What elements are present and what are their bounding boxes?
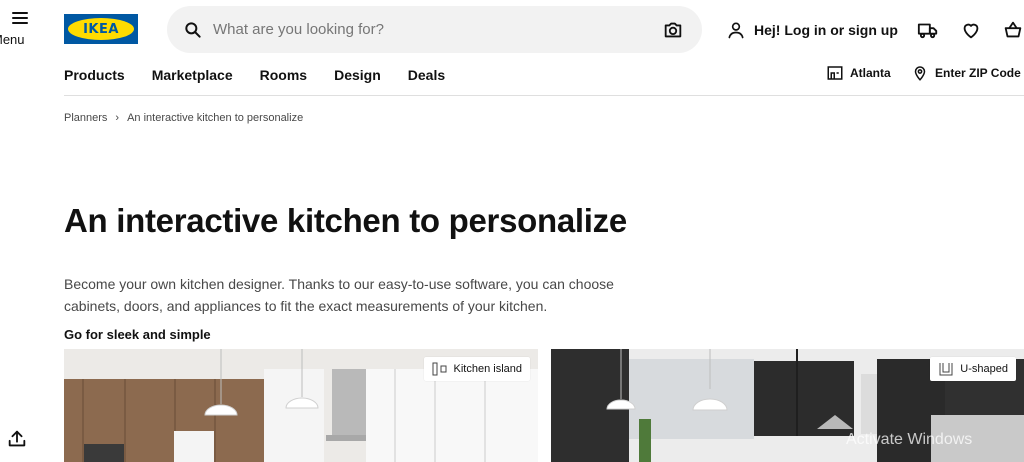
intro-text: Become your own kitchen designer. Thanks… — [64, 276, 614, 314]
nav-products[interactable]: Products — [64, 67, 125, 83]
u-shaped-tag: U-shaped — [930, 357, 1016, 381]
breadcrumb-separator: › — [115, 112, 120, 124]
store-icon — [827, 66, 843, 80]
zip-label: Enter ZIP Code — [935, 66, 1021, 80]
breadcrumb-current: An interactive kitchen to personalize — [127, 112, 304, 124]
logo-text: IKEA — [83, 21, 119, 37]
breadcrumb: Planners › An interactive kitchen to per… — [64, 112, 303, 124]
kitchen-island-label: Kitchen island — [453, 363, 523, 375]
heart-icon[interactable] — [960, 19, 982, 41]
nav-design[interactable]: Design — [334, 67, 381, 83]
header-divider — [64, 95, 1024, 96]
hamburger-icon — [12, 12, 28, 24]
store-name: Atlanta — [850, 66, 891, 80]
kitchen-island-image[interactable]: Kitchen island — [64, 349, 538, 462]
nav-marketplace[interactable]: Marketplace — [152, 67, 233, 83]
search-icon — [185, 21, 201, 38]
search-input[interactable] — [203, 6, 662, 53]
u-shape-layout-icon — [939, 363, 953, 376]
share-icon — [8, 430, 26, 447]
menu-button[interactable]: Menu — [0, 8, 40, 47]
location-pin-icon — [914, 66, 926, 81]
ikea-logo[interactable]: IKEA — [64, 14, 138, 44]
island-layout-icon — [432, 362, 446, 376]
share-button[interactable] — [6, 428, 30, 452]
login-link[interactable]: Hej! Log in or sign up — [726, 20, 898, 40]
nav-rooms[interactable]: Rooms — [260, 67, 307, 83]
windows-watermark: Activate Windows — [846, 431, 973, 448]
breadcrumb-planners[interactable]: Planners — [64, 112, 107, 124]
store-selector[interactable]: Atlanta — [826, 64, 891, 82]
u-shaped-label: U-shaped — [960, 363, 1008, 375]
truck-icon[interactable] — [917, 19, 939, 41]
nav-deals[interactable]: Deals — [408, 67, 445, 83]
menu-label: Menu — [0, 32, 25, 47]
login-label: Hej! Log in or sign up — [754, 22, 898, 38]
basket-icon[interactable] — [1002, 19, 1024, 41]
page-title: An interactive kitchen to personalize — [64, 202, 627, 239]
camera-icon[interactable] — [662, 19, 684, 41]
kitchen-island-tag: Kitchen island — [423, 357, 530, 381]
section-heading: Go for sleek and simple — [64, 327, 211, 342]
zip-selector[interactable]: Enter ZIP Code — [911, 64, 1021, 82]
main-nav: Products Marketplace Rooms Design Deals — [64, 67, 472, 83]
search-bar[interactable] — [167, 6, 702, 53]
person-icon — [728, 22, 744, 39]
